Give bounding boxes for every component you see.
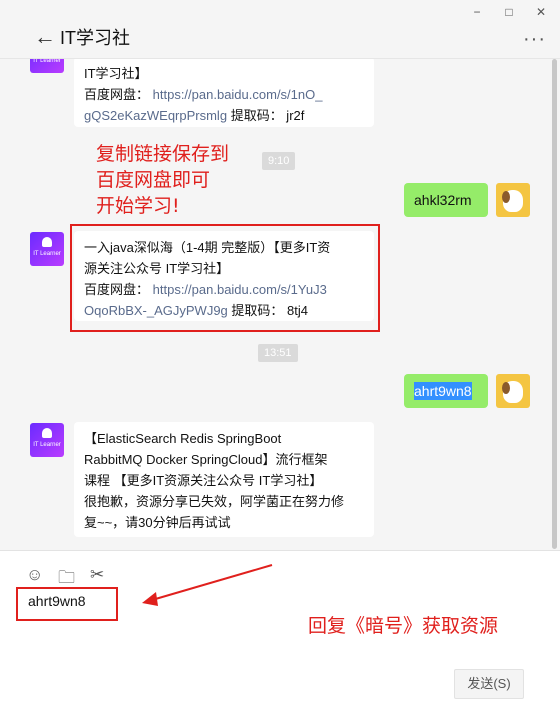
annotation-arrow — [142, 564, 273, 606]
